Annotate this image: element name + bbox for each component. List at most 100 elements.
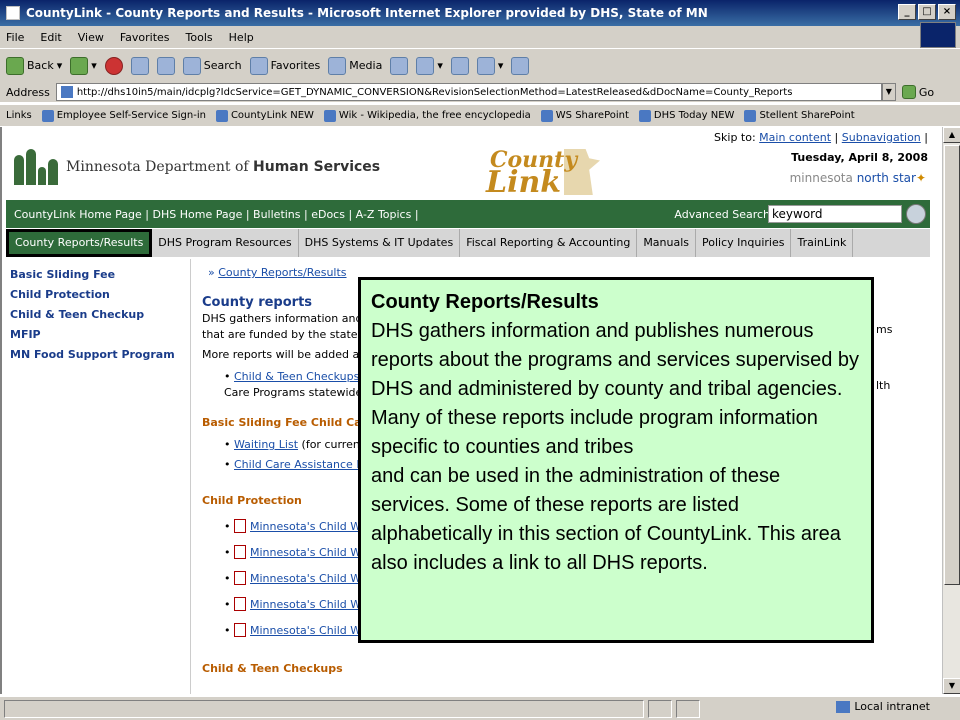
- sidebar-item-mfip[interactable]: MFIP: [10, 325, 186, 345]
- stop-button[interactable]: [104, 56, 123, 75]
- divider: [190, 259, 191, 694]
- history-icon: [390, 56, 409, 75]
- north-star-logo[interactable]: minnesota north star✦: [790, 171, 926, 185]
- scroll-thumb[interactable]: [944, 145, 960, 585]
- scroll-up-button[interactable]: ▲: [943, 127, 960, 143]
- link-dhs-today[interactable]: DHS Today NEW: [638, 109, 734, 122]
- child-welfare-report-link[interactable]: Minnesota's Child We: [250, 546, 367, 559]
- window-title: CountyLink - County Reports and Results …: [26, 6, 708, 20]
- menu-view[interactable]: View: [78, 31, 104, 44]
- address-input[interactable]: http://dhs10in5/main/idcplg?IdcService=G…: [55, 83, 882, 101]
- dhs-logo[interactable]: Minnesota Department of Human Services: [14, 149, 380, 185]
- scroll-down-button[interactable]: ▼: [943, 678, 960, 694]
- tab-policy-inquiries[interactable]: Policy Inquiries: [696, 229, 792, 257]
- link-wikipedia[interactable]: Wik - Wikipedia, the free encyclopedia: [323, 109, 531, 122]
- link-stellent-sharepoint[interactable]: Stellent SharePoint: [744, 109, 855, 122]
- sidebar-item-child-protection[interactable]: Child Protection: [10, 285, 186, 305]
- back-button[interactable]: Back ▾: [6, 56, 62, 75]
- tab-dhs-program-resources[interactable]: DHS Program Resources: [152, 229, 299, 257]
- notepad-icon: [511, 56, 530, 75]
- status-text: [4, 699, 644, 718]
- tab-county-reports[interactable]: County Reports/Results: [6, 229, 153, 257]
- breadcrumb-link[interactable]: County Reports/Results: [218, 266, 346, 279]
- sidebar-item-basic-sliding-fee[interactable]: Basic Sliding Fee: [10, 265, 186, 285]
- links-bar: Links Employee Self-Service Sign-in Coun…: [0, 104, 960, 126]
- close-button[interactable]: ×: [938, 4, 956, 20]
- media-icon: [328, 56, 347, 75]
- page-icon: [540, 109, 553, 122]
- callout-body-2: and can be used in the administration of…: [371, 465, 841, 574]
- current-date: Tuesday, April 8, 2008: [791, 151, 928, 164]
- waiting-list-link[interactable]: Waiting List: [234, 438, 298, 451]
- edit-button[interactable]: ▾: [476, 56, 503, 75]
- tab-dhs-systems[interactable]: DHS Systems & IT Updates: [299, 229, 461, 257]
- history-button[interactable]: [390, 56, 409, 75]
- link-ws-sharepoint[interactable]: WS SharePoint: [540, 109, 629, 122]
- forward-arrow-icon: [70, 56, 89, 75]
- ie-icon: [6, 6, 20, 20]
- sidebar-item-child-teen-checkup[interactable]: Child & Teen Checkup: [10, 305, 186, 325]
- maximize-button[interactable]: □: [918, 4, 936, 20]
- go-button[interactable]: Go: [901, 85, 934, 99]
- skip-subnavigation-link[interactable]: Subnavigation: [842, 131, 921, 144]
- security-zone: Local intranet: [836, 700, 930, 713]
- countylink-logo[interactable]: County Link: [486, 145, 606, 201]
- home-icon: [156, 56, 175, 75]
- intranet-icon: [836, 700, 851, 713]
- minimize-button[interactable]: _: [898, 4, 916, 20]
- link-employee-self-service[interactable]: Employee Self-Service Sign-in: [41, 109, 206, 122]
- child-welfare-report-link[interactable]: Minnesota's Child We: [250, 520, 367, 533]
- back-arrow-icon: [6, 56, 24, 75]
- pdf-icon: [234, 597, 246, 611]
- address-label: Address: [6, 85, 50, 99]
- favorites-button[interactable]: Favorites: [249, 56, 320, 75]
- refresh-button[interactable]: [130, 56, 149, 75]
- sidebar-item-mn-food-support[interactable]: MN Food Support Program: [10, 345, 186, 365]
- menu-tools[interactable]: Tools: [186, 31, 213, 44]
- tab-manuals[interactable]: Manuals: [637, 229, 697, 257]
- search-button[interactable]: Search: [182, 56, 242, 75]
- page-icon: [638, 109, 651, 122]
- pdf-icon: [234, 571, 246, 585]
- skip-main-content-link[interactable]: Main content: [759, 131, 831, 144]
- menu-favorites[interactable]: Favorites: [120, 31, 170, 44]
- address-dropdown-button[interactable]: ▼: [881, 83, 896, 101]
- mail-button[interactable]: ▾: [416, 56, 443, 75]
- stop-icon: [104, 56, 123, 75]
- home-button[interactable]: [156, 56, 175, 75]
- child-welfare-report-link[interactable]: Minnesota's Child We: [250, 598, 367, 611]
- tab-bar: County Reports/Results DHS Program Resou…: [6, 229, 930, 257]
- keyword-search-input[interactable]: keyword: [768, 205, 902, 223]
- top-nav-links[interactable]: CountyLink Home Page | DHS Home Page | B…: [14, 208, 419, 221]
- refresh-icon: [130, 56, 149, 75]
- search-go-button[interactable]: [906, 204, 926, 224]
- skip-links: Skip to: Main content | Subnavigation |: [714, 131, 928, 144]
- section-heading-child-teen-checkups: Child & Teen Checkups: [202, 662, 343, 675]
- vertical-scrollbar[interactable]: ▲ ▼: [942, 127, 960, 694]
- tab-trainlink[interactable]: TrainLink: [791, 229, 854, 257]
- search-icon: [182, 56, 201, 75]
- advanced-search-link[interactable]: Advanced Search: [674, 208, 770, 221]
- child-welfare-report-link[interactable]: Minnesota's Child We: [250, 572, 367, 585]
- menu-bar: File Edit View Favorites Tools Help: [0, 26, 960, 48]
- discuss-button[interactable]: [511, 56, 530, 75]
- text-fragment: lth: [876, 379, 891, 392]
- status-bar: Local intranet: [0, 696, 960, 720]
- text-fragment: ms: [876, 323, 893, 336]
- forward-button[interactable]: ▾: [70, 56, 97, 75]
- page-icon: [744, 109, 757, 122]
- pdf-icon: [234, 623, 246, 637]
- ctc-report-link[interactable]: Child & Teen Checkups R: [234, 370, 371, 383]
- link-countylink-new[interactable]: CountyLink NEW: [215, 109, 314, 122]
- menu-file[interactable]: File: [6, 31, 24, 44]
- child-care-assistance-link[interactable]: Child Care Assistance P: [234, 458, 363, 471]
- toolbar: Back ▾ ▾ Search Favorites Media ▾ ▾: [0, 48, 960, 82]
- tab-fiscal-reporting[interactable]: Fiscal Reporting & Accounting: [460, 229, 638, 257]
- address-bar: Address http://dhs10in5/main/idcplg?IdcS…: [0, 82, 960, 102]
- printer-icon: [450, 56, 469, 75]
- menu-help[interactable]: Help: [229, 31, 254, 44]
- print-button[interactable]: [450, 56, 469, 75]
- menu-edit[interactable]: Edit: [40, 31, 61, 44]
- media-button[interactable]: Media: [328, 56, 382, 75]
- links-label: Links: [6, 110, 32, 121]
